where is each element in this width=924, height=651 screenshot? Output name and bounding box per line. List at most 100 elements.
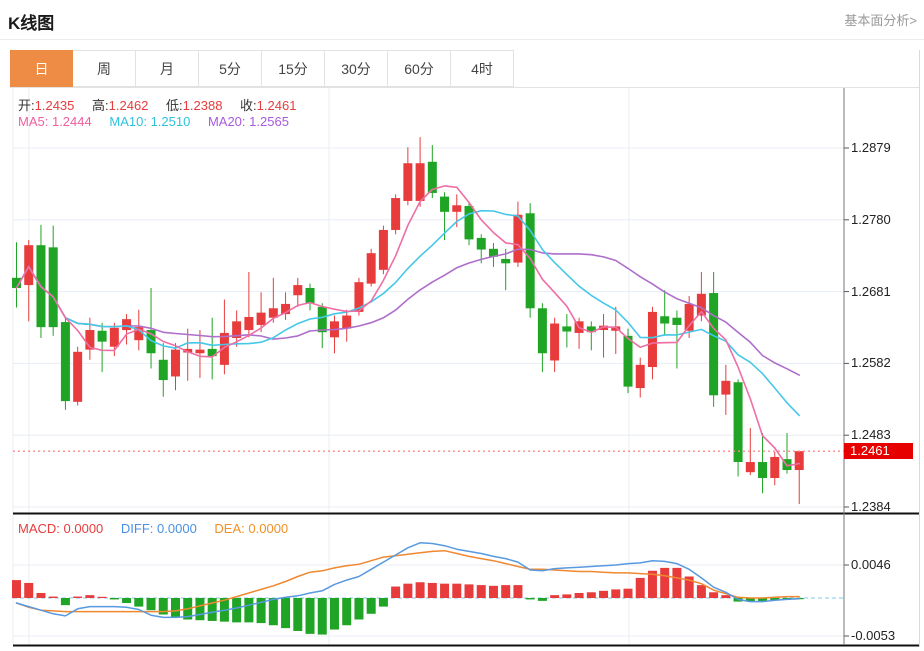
macd-value: 0.0000 [63, 521, 104, 536]
candle-body [794, 451, 804, 471]
diff-label: DIFF: [120, 521, 154, 536]
candle-body [415, 163, 425, 201]
macd-histogram-bar [537, 598, 547, 601]
price-axis-label: 1.2582 [851, 355, 891, 371]
macd-histogram-bar [721, 595, 731, 598]
macd-histogram-bar [293, 598, 303, 631]
price-axis-label: 1.2780 [851, 211, 891, 227]
macd-histogram-bar [525, 598, 535, 600]
macd-histogram-bar [464, 584, 474, 598]
price-axis-label: 1.2384 [851, 499, 891, 514]
macd-histogram-bar [586, 592, 596, 598]
diff-value: 0.0000 [157, 521, 197, 536]
macd-histogram-bar [501, 585, 511, 598]
candle-body [366, 253, 376, 284]
macd-histogram-bar [635, 577, 645, 598]
macd-histogram-bar [122, 598, 132, 604]
candle-body [464, 206, 474, 240]
macd-histogram-bar [73, 596, 83, 598]
macd-histogram-bar [623, 588, 633, 598]
macd-histogram-bar [452, 583, 462, 598]
widget-right-border [919, 50, 920, 647]
macd-histogram-bar [354, 598, 364, 620]
candle-body [672, 317, 682, 325]
candle-body [73, 351, 83, 402]
macd-histogram-bar [317, 598, 327, 635]
macd-histogram-bar [403, 583, 413, 598]
macd-histogram-bar [60, 598, 70, 606]
macd-histogram-bar [660, 567, 670, 598]
price-axis-label: 1.2483 [851, 427, 891, 443]
macd-histogram-bar [12, 580, 21, 598]
dea-label: DEA: [214, 521, 245, 536]
high-label: 高: [92, 98, 109, 113]
low-label: 低: [166, 98, 183, 113]
candle-body [244, 316, 254, 331]
candle-body [758, 462, 768, 478]
candle-body [770, 456, 780, 478]
low-value: 1.2388 [182, 98, 223, 113]
candle-body [317, 306, 327, 333]
candle-body [48, 247, 58, 328]
macd-histogram-bar [562, 594, 572, 598]
candle-body [440, 196, 450, 212]
candle-body [170, 349, 180, 377]
candle-body [709, 293, 719, 396]
candle-body [97, 330, 107, 342]
macd-label: MACD: [18, 521, 60, 536]
macd-histogram-bar [134, 598, 144, 607]
ohlc-legend: 开:1.2435 高:1.2462 低:1.2388 收:1.2461 [18, 95, 310, 114]
candle-body [721, 380, 731, 395]
candle-body [550, 323, 560, 361]
macd-histogram-bar [24, 582, 34, 598]
candle-body [733, 382, 743, 463]
macd-axis-label: -0.0053 [851, 628, 896, 643]
ma10-line [15, 209, 801, 417]
macd-histogram-bar [305, 598, 315, 634]
ma-legend: MA5: 1.2444 MA10: 1.2510 MA20: 1.2565 [18, 114, 303, 129]
macd-histogram-bar [550, 595, 560, 598]
candle-body [647, 311, 657, 368]
macd-histogram-bar [170, 598, 180, 618]
macd-histogram-bar [672, 567, 682, 598]
macd-axis-label: 0.0046 [851, 557, 891, 573]
macd-histogram-bar [488, 585, 498, 598]
macd-histogram-bar [391, 586, 401, 598]
ma20-value: 1.2565 [249, 114, 289, 129]
candle-body [24, 245, 34, 286]
candle-body [378, 229, 388, 270]
candle-body [403, 163, 413, 201]
candle-body [513, 214, 523, 263]
ma10-label: MA10: [109, 114, 147, 129]
kline-widget: K线图 基本面分析> 日周月 5分 15分 30分 60分 4时 开:1.2435 高:1… [0, 0, 924, 651]
candle-body [195, 349, 205, 354]
candle-body [660, 316, 670, 324]
dea-line [15, 549, 800, 613]
macd-histogram-bar [85, 595, 95, 598]
candle-body [158, 359, 168, 381]
macd-histogram-bar [513, 585, 523, 598]
candle-body [342, 315, 352, 329]
open-label: 开: [18, 98, 35, 113]
macd-histogram-bar [415, 582, 425, 598]
high-value: 1.2462 [108, 98, 149, 113]
macd-histogram-bar [476, 585, 486, 598]
ma5-label: MA5: [18, 114, 49, 129]
open-value: 1.2435 [34, 98, 75, 113]
candle-body [562, 326, 572, 332]
macd-histogram-bar [207, 598, 217, 621]
macd-histogram-bar [329, 598, 339, 630]
macd-histogram-bar [281, 598, 291, 629]
ma10-value: 1.2510 [150, 114, 191, 129]
price-axis-label: 1.2681 [851, 283, 891, 299]
macd-histogram-bar [342, 598, 352, 626]
macd-histogram-bar [440, 583, 450, 598]
macd-histogram-bar [244, 598, 254, 623]
candle-body [476, 237, 486, 250]
macd-histogram-bar [427, 582, 437, 598]
ma20-label: MA20: [207, 114, 246, 129]
macd-histogram-bar [195, 598, 205, 621]
macd-histogram-bar [109, 598, 119, 600]
candle-body [501, 258, 511, 264]
macd-histogram-bar [709, 592, 719, 598]
